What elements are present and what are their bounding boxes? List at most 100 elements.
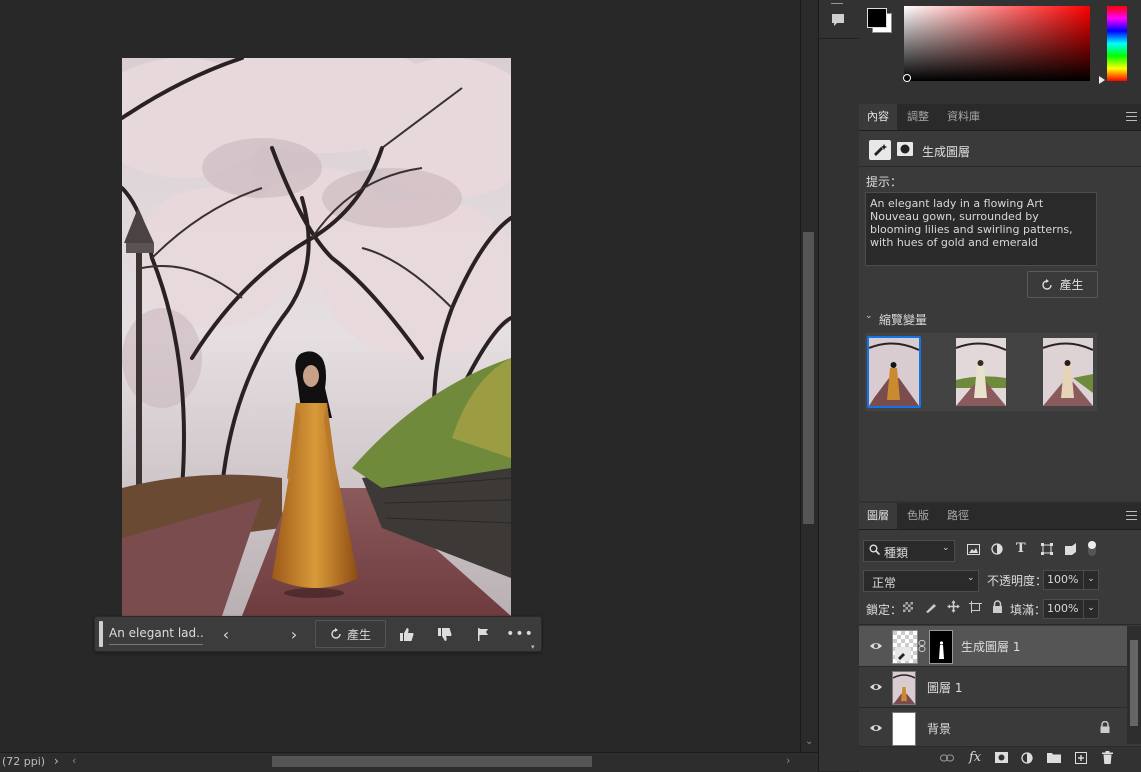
generative-layer-icon <box>869 140 891 160</box>
tab-layers[interactable]: 圖層 <box>859 503 897 529</box>
layers-tabs: 圖層 色版 路徑 <box>859 503 1141 530</box>
collapsed-panel-icon[interactable] <box>831 0 843 4</box>
lock-position-icon[interactable] <box>947 600 960 613</box>
layers-bottom-toolbar: fx <box>859 746 1141 772</box>
color-picker-handle[interactable] <box>903 74 911 82</box>
layers-menu-icon[interactable] <box>1126 511 1137 520</box>
scroll-down-icon[interactable]: ⌄ <box>805 736 813 747</box>
variation-thumbnail-2[interactable] <box>956 338 1006 406</box>
tab-channels[interactable]: 色版 <box>899 503 937 529</box>
hue-slider-handle[interactable] <box>1099 76 1105 84</box>
properties-panel: 生成圖層 提示： An elegant lady in a flowing Ar… <box>859 131 1141 501</box>
trash-icon[interactable] <box>1102 751 1113 764</box>
layer-filter-select[interactable]: 種類 ⌄ <box>863 540 955 562</box>
layers-divider <box>859 624 1141 625</box>
lock-transparent-icon[interactable] <box>903 602 913 612</box>
opacity-dropdown-icon[interactable]: ⌄ <box>1083 570 1099 590</box>
thumbs-down-icon[interactable] <box>435 623 455 645</box>
opacity-field[interactable]: 100% <box>1043 570 1086 590</box>
link-layers-icon[interactable] <box>940 754 954 762</box>
visibility-eye-icon[interactable] <box>869 680 883 694</box>
scroll-right-icon[interactable]: › <box>786 754 790 767</box>
layers-panel: 種類 ⌄ T 正常 ⌄ 不透明度： 100% ⌄ 鎖定： 填滿： 100% ⌄ <box>859 530 1141 772</box>
layer-row-background[interactable]: 背景 <box>859 708 1127 749</box>
properties-divider <box>859 166 1141 167</box>
canvas-horizontal-scroll-thumb[interactable] <box>272 756 592 767</box>
layer-list: 生成圖層 1 圖層 1 背景 <box>859 626 1127 749</box>
foreground-color-swatch[interactable] <box>867 8 887 28</box>
folder-icon[interactable] <box>1047 752 1061 763</box>
properties-tabs: 內容 調整 資料庫 <box>859 104 1141 131</box>
strip-divider <box>819 38 859 39</box>
scroll-left-icon[interactable]: ‹ <box>72 754 76 767</box>
layer-filter-value: 種類 <box>884 546 909 560</box>
tab-properties[interactable]: 內容 <box>859 104 897 130</box>
generate-button[interactable]: 產生 <box>1027 271 1098 298</box>
visibility-eye-icon[interactable] <box>869 639 883 653</box>
layer-thumbnail-generative <box>892 630 918 664</box>
layers-scrollbar[interactable] <box>1127 626 1141 744</box>
variations-header[interactable]: 縮覽變量 <box>879 311 927 328</box>
fill-field[interactable]: 100% <box>1043 599 1086 619</box>
thumbs-up-icon[interactable] <box>397 623 417 645</box>
new-fill-icon[interactable] <box>1021 752 1033 764</box>
next-variation-button[interactable]: › <box>285 623 303 645</box>
more-icon[interactable]: ••• <box>506 623 533 645</box>
variation-thumbnail-3[interactable] <box>1043 338 1093 406</box>
color-panel <box>859 0 1141 100</box>
tab-adjustments[interactable]: 調整 <box>899 104 937 130</box>
context-generate-button[interactable]: 產生 <box>315 620 386 648</box>
blend-mode-value: 正常 <box>872 576 897 590</box>
previous-variation-button[interactable]: ‹ <box>217 623 235 645</box>
image-filter-icon[interactable] <box>967 544 980 555</box>
contextual-task-bar: An elegant lad... ‹ › 產生 ••• ▾ <box>94 616 542 652</box>
new-layer-icon[interactable] <box>1075 752 1087 764</box>
layer-thumbnail-layer1 <box>892 671 916 705</box>
add-mask-icon[interactable] <box>995 752 1008 763</box>
lock-artboard-icon[interactable] <box>969 601 982 613</box>
layer-name-generative: 生成圖層 1 <box>961 640 1021 654</box>
prompt-preview-field[interactable]: An elegant lad... <box>109 626 203 645</box>
comment-icon[interactable] <box>831 13 845 27</box>
lock-icon <box>1100 721 1110 733</box>
blend-mode-select[interactable]: 正常 ⌄ <box>863 570 979 592</box>
resolution-readout: (72 ppi) <box>2 755 46 768</box>
tab-paths[interactable]: 路徑 <box>939 503 977 529</box>
adjustment-filter-icon[interactable] <box>991 543 1003 555</box>
visibility-eye-icon[interactable] <box>869 721 883 735</box>
layer-type-label: 生成圖層 <box>922 145 971 159</box>
layer-row-layer1[interactable]: 圖層 1 <box>859 667 1127 708</box>
hue-slider[interactable] <box>1107 6 1127 81</box>
flag-icon[interactable] <box>473 623 493 645</box>
shape-filter-icon[interactable] <box>1041 543 1053 555</box>
drag-handle[interactable] <box>99 621 103 647</box>
filter-toggle[interactable] <box>1088 541 1096 556</box>
layer-mask-thumbnail[interactable] <box>929 630 953 664</box>
type-filter-icon[interactable]: T <box>1016 541 1026 556</box>
document-image[interactable] <box>122 58 511 616</box>
mask-icon[interactable] <box>897 142 913 156</box>
lock-all-icon[interactable] <box>992 600 1003 613</box>
layer-name-background: 背景 <box>927 722 952 736</box>
opacity-label: 不透明度： <box>987 574 1048 588</box>
properties-menu-icon[interactable] <box>1126 112 1137 121</box>
search-icon <box>869 544 880 555</box>
tab-libraries[interactable]: 資料庫 <box>939 104 988 130</box>
link-icon[interactable] <box>918 640 926 652</box>
saturation-brightness-field[interactable] <box>904 6 1090 81</box>
canvas-vertical-scroll-thumb[interactable] <box>803 232 814 524</box>
fill-dropdown-icon[interactable]: ⌄ <box>1083 599 1099 619</box>
lock-pixels-icon[interactable] <box>925 601 937 613</box>
layer-row-generative[interactable]: 生成圖層 1 <box>859 626 1127 667</box>
smartobject-filter-icon[interactable] <box>1065 543 1076 555</box>
layer-thumbnail-background <box>892 712 916 746</box>
generate-label: 產生 <box>1059 278 1084 292</box>
generate-refresh-icon <box>330 628 342 640</box>
bar-options-chevron-icon[interactable]: ▾ <box>531 643 535 651</box>
variation-thumbnail-1[interactable] <box>867 336 921 408</box>
fx-icon[interactable]: fx <box>969 750 981 765</box>
chevron-down-icon[interactable]: ⌄ <box>865 311 873 321</box>
chevron-down-icon: ⌄ <box>967 573 975 583</box>
status-menu-chevron-icon[interactable]: › <box>54 754 59 768</box>
prompt-textarea[interactable]: An elegant lady in a flowing Art Nouveau… <box>865 192 1097 266</box>
